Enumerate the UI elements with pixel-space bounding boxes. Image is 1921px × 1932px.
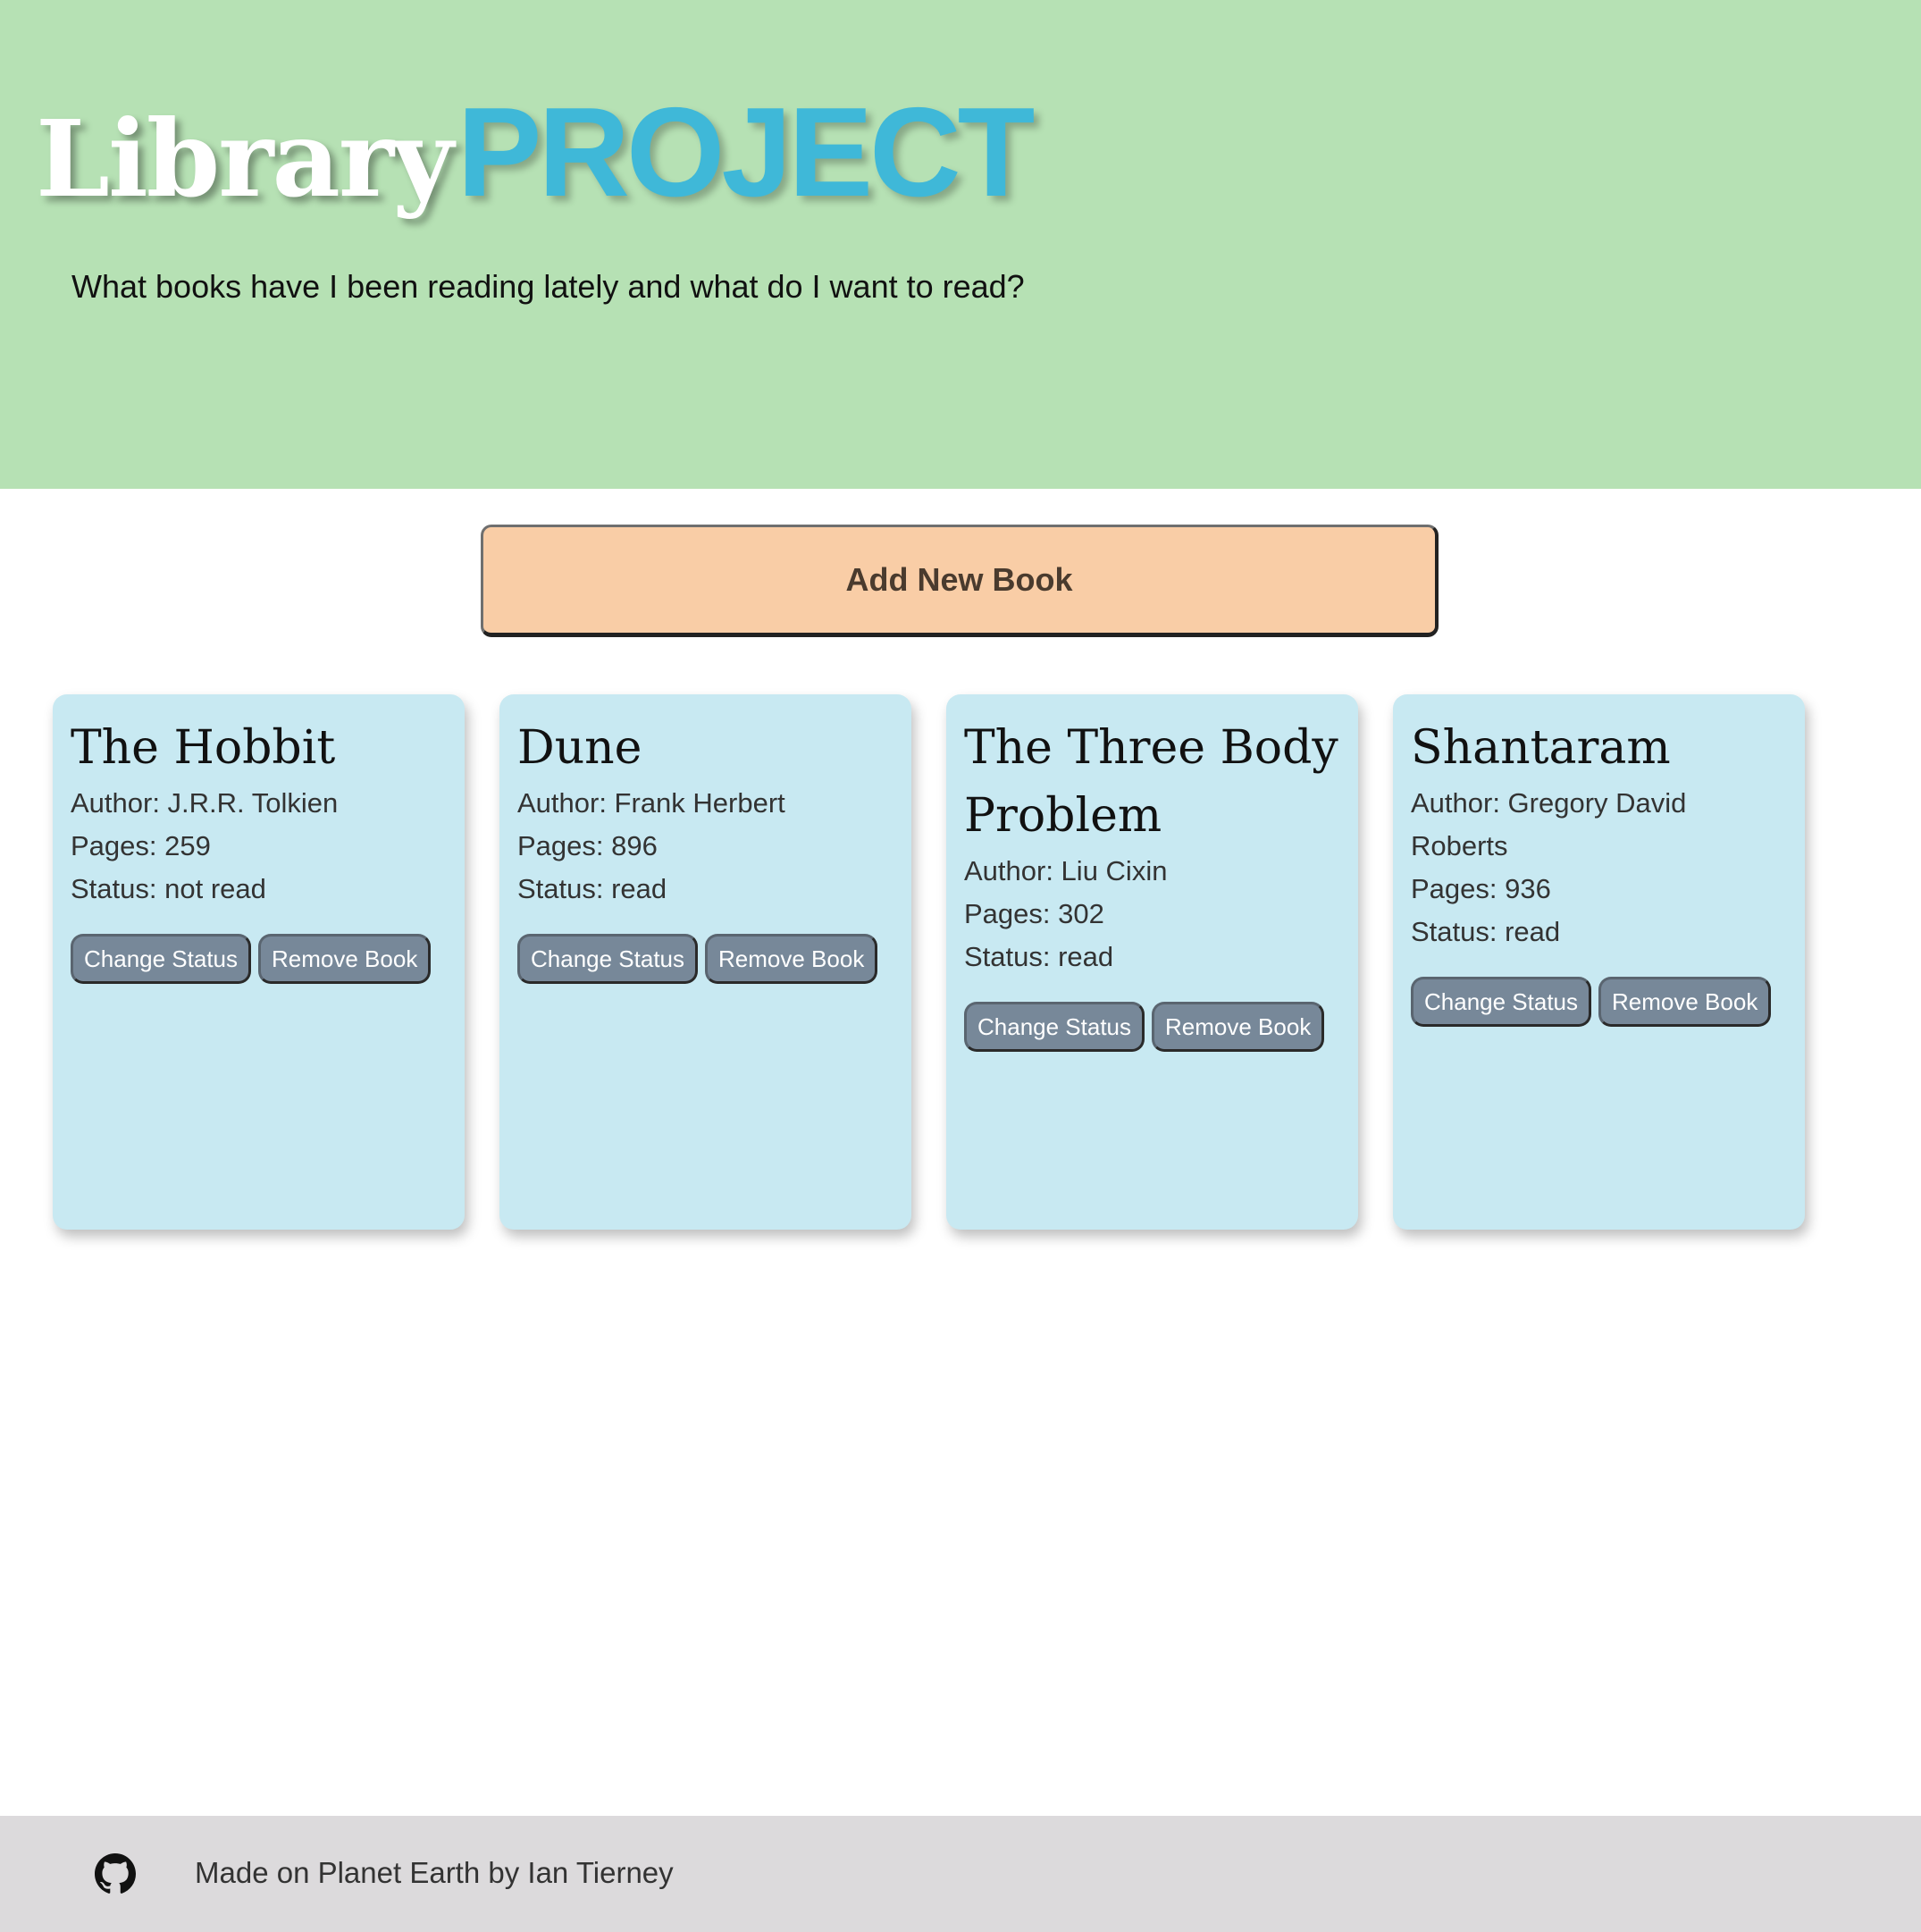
page-subtitle: What books have I been reading lately an… [71, 268, 1025, 305]
footer-credit: Made on Planet Earth by Ian Tierney [195, 1856, 674, 1889]
change-status-button[interactable]: Change Status [71, 934, 252, 984]
book-status: Status: read [964, 941, 1114, 972]
book-status: Status: read [1411, 916, 1561, 947]
header: LibraryPROJECT What books have I been re… [0, 0, 1921, 489]
book-actions: Change Status Remove Book [1411, 977, 1787, 1027]
title-library: Library [36, 97, 454, 221]
book-actions: Change Status Remove Book [517, 934, 893, 984]
book-card: Dune Author: Frank Herbert Pages: 896 St… [499, 694, 911, 1230]
add-new-book-button[interactable]: Add New Book [481, 525, 1439, 637]
remove-book-button[interactable]: Remove Book [1598, 977, 1772, 1027]
book-status: Status: read [517, 873, 667, 904]
book-author: Author: J.R.R. Tolkien [71, 787, 339, 819]
change-status-button[interactable]: Change Status [517, 934, 699, 984]
title-project: PROJECT [457, 81, 1036, 223]
book-pages: Pages: 936 [1411, 873, 1551, 904]
page: LibraryPROJECT What books have I been re… [0, 0, 1921, 1932]
page-title: LibraryPROJECT [36, 89, 1035, 216]
book-actions: Change Status Remove Book [71, 934, 447, 984]
book-pages: Pages: 302 [964, 898, 1104, 929]
github-icon[interactable] [95, 1853, 136, 1894]
remove-book-button[interactable]: Remove Book [705, 934, 878, 984]
remove-book-button[interactable]: Remove Book [1152, 1002, 1325, 1052]
book-pages: Pages: 896 [517, 830, 658, 861]
book-status: Status: not read [71, 873, 266, 904]
book-title: Shantaram [1411, 721, 1671, 775]
book-card: Shantaram Author: Gregory David Roberts … [1393, 694, 1805, 1230]
book-author: Author: Gregory David Roberts [1411, 787, 1687, 861]
book-author: Author: Liu Cixin [964, 855, 1168, 886]
book-card: The Hobbit Author: J.R.R. Tolkien Pages:… [53, 694, 465, 1230]
remove-book-button[interactable]: Remove Book [258, 934, 432, 984]
book-title: The Three Body Problem [964, 721, 1338, 843]
book-title: The Hobbit [71, 721, 336, 775]
book-actions: Change Status Remove Book [964, 1002, 1340, 1052]
book-title: Dune [517, 721, 642, 775]
change-status-button[interactable]: Change Status [1411, 977, 1592, 1027]
book-card: The Three Body Problem Author: Liu Cixin… [946, 694, 1358, 1230]
book-pages: Pages: 259 [71, 830, 211, 861]
change-status-button[interactable]: Change Status [964, 1002, 1145, 1052]
footer: Made on Planet Earth by Ian Tierney [0, 1816, 1921, 1932]
book-author: Author: Frank Herbert [517, 787, 785, 819]
